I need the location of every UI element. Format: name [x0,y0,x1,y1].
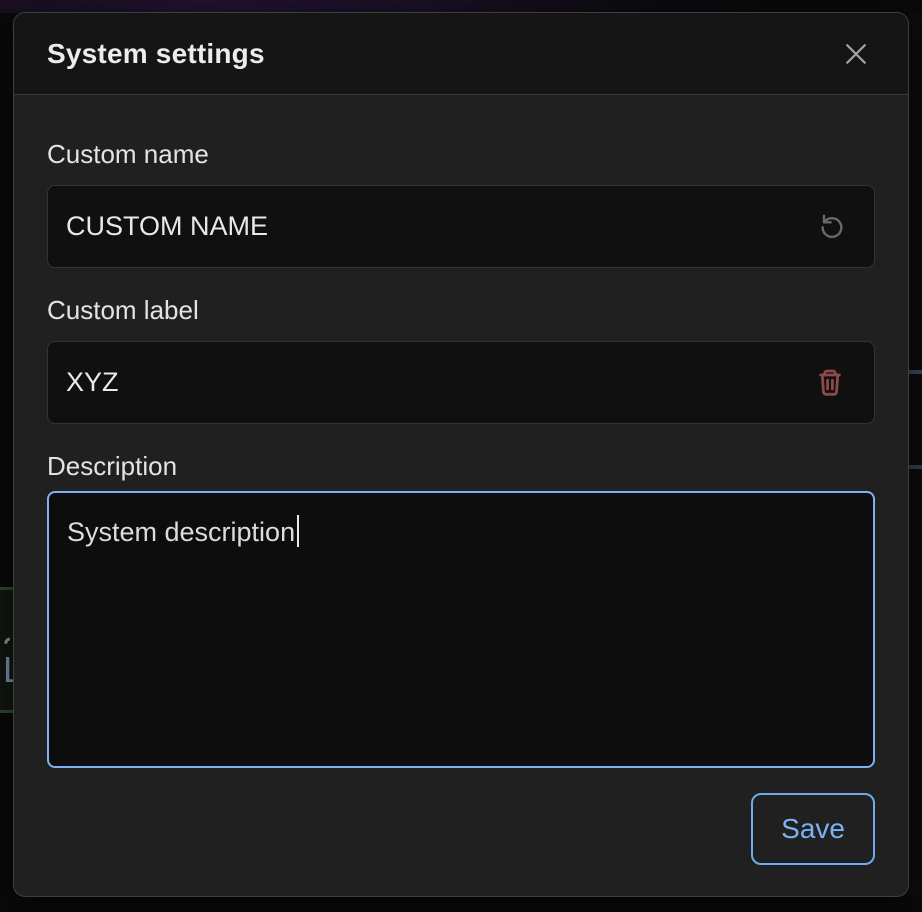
custom-label-input-wrap [47,341,875,424]
text-caret [297,515,299,547]
system-settings-dialog: System settings Custom name Custo [13,12,909,897]
dialog-body: Custom name Custom label [14,95,908,768]
background-right-accent-line-2 [909,465,922,469]
background-left-fragment: L [0,587,13,713]
revert-icon [814,211,846,243]
revert-custom-name-button[interactable] [808,205,852,249]
dialog-header: System settings [14,13,908,95]
custom-label-label: Custom label [47,295,875,325]
custom-name-label: Custom name [47,139,875,169]
description-text: System description [67,517,295,547]
save-button[interactable]: Save [751,793,875,865]
dialog-title: System settings [47,38,265,70]
background-right-accent-line [909,370,922,374]
trash-icon [814,367,846,399]
delete-custom-label-button[interactable] [808,361,852,405]
custom-name-input[interactable] [66,186,808,267]
custom-name-input-wrap [47,185,875,268]
close-button[interactable] [834,32,878,76]
background-letter-glyph: L [3,652,13,688]
description-textarea[interactable]: System description [47,491,875,768]
background-right-fragment [909,13,922,897]
description-label: Description [47,451,875,481]
custom-label-input[interactable] [66,342,808,423]
dialog-footer: Save [14,768,908,897]
close-icon [841,39,871,69]
